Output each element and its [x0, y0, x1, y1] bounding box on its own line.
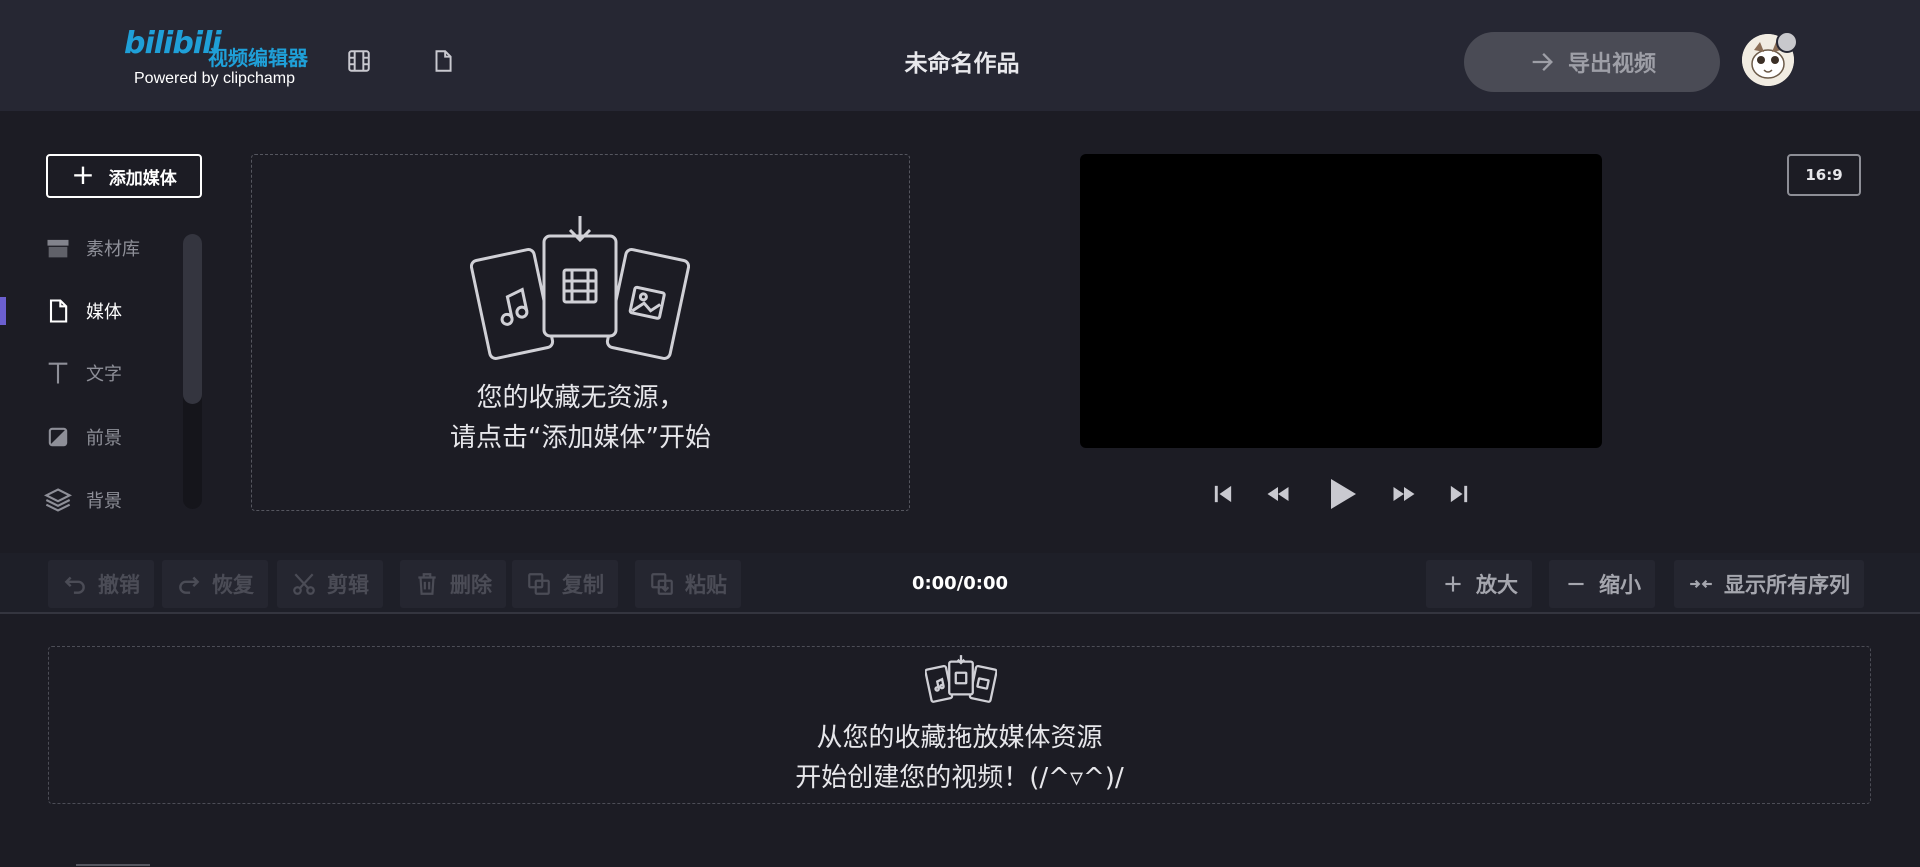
zoom-in-label: 放大: [1476, 573, 1518, 597]
redo-button[interactable]: 恢复: [162, 560, 268, 608]
timeline-empty-line1: 从您的收藏拖放媒体资源: [816, 723, 1103, 753]
layers-icon: [44, 486, 72, 514]
add-media-label: 添加媒体: [108, 168, 177, 189]
undo-label: 撤销: [98, 573, 140, 597]
sidebar-item-label: 素材库: [86, 239, 140, 260]
cut-button[interactable]: 剪辑: [277, 560, 383, 608]
sidebar-item-label: 背景: [86, 491, 122, 512]
sidebar-item-text[interactable]: 文字: [44, 353, 184, 393]
project-title[interactable]: 未命名作品: [850, 44, 1074, 78]
zoom-out-button[interactable]: 缩小: [1549, 560, 1655, 608]
timeline-empty-line2: 开始创建您的视频！(/^▿^)/: [795, 763, 1124, 793]
paste-label: 粘贴: [685, 573, 727, 597]
paste-icon: [649, 571, 675, 597]
sidebar-item-foreground[interactable]: 前景: [44, 417, 184, 457]
sidebar-item-label: 前景: [86, 428, 122, 449]
plus-icon: [1440, 571, 1466, 597]
minus-icon: [1563, 571, 1589, 597]
file-icon[interactable]: [430, 48, 456, 74]
fast-forward-icon[interactable]: [1390, 480, 1418, 508]
fit-timeline-button[interactable]: 显示所有序列: [1674, 560, 1864, 608]
trash-icon: [414, 571, 440, 597]
divider: [76, 864, 150, 866]
redo-icon: [176, 571, 202, 597]
undo-icon: [62, 571, 88, 597]
sidebar-item-media[interactable]: 媒体: [44, 291, 184, 331]
logo-product: 视频编辑器: [208, 46, 308, 70]
export-video-button[interactable]: 导出视频: [1464, 32, 1720, 92]
timecode: 0:00/0:00: [911, 573, 1009, 594]
skip-to-start-icon[interactable]: [1209, 480, 1237, 508]
play-icon[interactable]: [1321, 474, 1361, 514]
media-empty-line2: 请点击“添加媒体”开始: [450, 423, 711, 453]
timeline-empty-message: 从您的收藏拖放媒体资源 开始创建您的视频！(/^▿^)/: [48, 718, 1871, 798]
avatar-badge: [1776, 31, 1798, 53]
logo-brand: bilibili: [124, 26, 222, 61]
copy-label: 复制: [562, 573, 604, 597]
video-preview[interactable]: [1080, 154, 1602, 448]
rewind-icon[interactable]: [1264, 480, 1292, 508]
add-media-button[interactable]: + 添加媒体: [46, 154, 202, 198]
sidebar-item-background[interactable]: 背景: [44, 480, 184, 520]
foreground-icon: [44, 423, 72, 451]
media-files-icon: [469, 214, 691, 364]
media-empty-line1: 您的收藏无资源，: [476, 383, 685, 413]
delete-label: 删除: [450, 573, 492, 597]
skip-to-end-icon[interactable]: [1445, 480, 1473, 508]
text-icon: [44, 359, 72, 387]
file-icon: [44, 297, 72, 325]
cut-label: 剪辑: [327, 573, 369, 597]
media-files-icon: [924, 654, 998, 704]
collapse-arrows-icon: [1688, 571, 1714, 597]
sidebar-scrollbar-thumb[interactable]: [183, 234, 202, 404]
sidebar-item-label: 媒体: [86, 302, 122, 323]
store-icon: [44, 234, 72, 262]
arrow-right-icon: [1528, 48, 1556, 76]
zoom-out-label: 缩小: [1599, 573, 1641, 597]
copy-icon: [526, 571, 552, 597]
sidebar-item-library[interactable]: 素材库: [44, 228, 184, 268]
nav-active-indicator: [0, 297, 6, 325]
zoom-in-button[interactable]: 放大: [1426, 560, 1532, 608]
bilibili-logo[interactable]: bilibili 视频编辑器 Powered by clipchamp: [124, 26, 324, 88]
copy-button[interactable]: 复制: [512, 560, 618, 608]
redo-label: 恢复: [212, 573, 254, 597]
plus-icon: +: [71, 157, 95, 191]
undo-button[interactable]: 撤销: [48, 560, 154, 608]
sidebar-item-label: 文字: [86, 364, 122, 385]
film-icon[interactable]: [346, 48, 372, 74]
export-video-label: 导出视频: [1567, 52, 1656, 77]
fit-timeline-label: 显示所有序列: [1724, 573, 1850, 597]
aspect-ratio-button[interactable]: 16:9: [1787, 154, 1861, 196]
media-empty-message: 您的收藏无资源， 请点击“添加媒体”开始: [251, 378, 910, 458]
scissors-icon: [291, 571, 317, 597]
delete-button[interactable]: 删除: [400, 560, 506, 608]
paste-button[interactable]: 粘贴: [635, 560, 741, 608]
logo-powered-by: Powered by clipchamp: [134, 70, 295, 87]
